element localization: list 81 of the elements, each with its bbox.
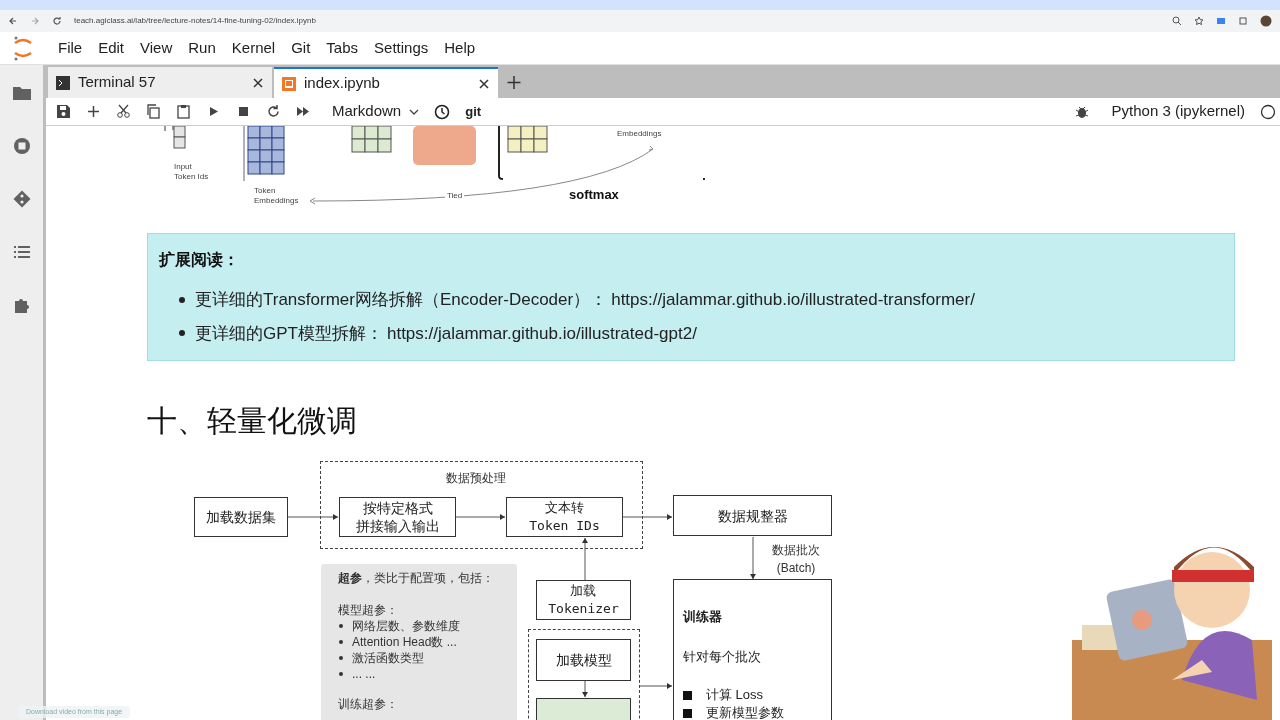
square-bullet-icon <box>683 708 692 718</box>
puzzle-icon[interactable] <box>1238 16 1248 26</box>
trainer-title: 训练器 <box>683 608 723 626</box>
bullet-icon <box>339 640 343 644</box>
paste-icon[interactable] <box>176 104 191 119</box>
restart-icon[interactable] <box>266 104 281 119</box>
cut-icon[interactable] <box>116 104 131 119</box>
figure-label: Input Token Ids <box>174 162 209 182</box>
bug-icon[interactable] <box>1074 104 1089 119</box>
group-title: 训练超参： <box>338 696 399 712</box>
edge-label: 数据批次 (Batch) <box>771 543 821 575</box>
tab[interactable]: Terminal 57 <box>48 67 272 98</box>
flow-node: 文本转 Token IDs <box>506 497 623 537</box>
figure-label: softmax <box>569 186 619 204</box>
menu-item[interactable]: Edit <box>90 36 133 60</box>
bullet-icon <box>179 330 185 337</box>
flow-node: 按特定格式 拼接输入输出 <box>339 497 456 537</box>
figure-label: Embeddings <box>617 128 662 140</box>
section-heading: 十、轻量化微调 <box>147 403 357 439</box>
flow-node: 加载数据集 <box>194 497 288 537</box>
flow-node: 加载模型 <box>536 639 631 681</box>
bullet-icon <box>179 296 185 303</box>
menu-item[interactable]: View <box>132 36 181 60</box>
arrow <box>622 514 673 520</box>
fast-forward-icon[interactable] <box>296 104 311 119</box>
menu-item[interactable]: Settings <box>366 36 437 60</box>
arrow <box>582 680 588 698</box>
jupyter-logo-icon[interactable] <box>12 35 34 61</box>
git-button[interactable]: git <box>465 101 482 122</box>
kernel-status-icon <box>1260 103 1276 120</box>
panel-title: 超参，类比于配置项，包括： <box>338 570 495 586</box>
bullet-icon <box>339 672 343 676</box>
avatar-icon[interactable] <box>1260 15 1272 27</box>
zoom-icon[interactable] <box>1172 16 1182 26</box>
copy-icon[interactable] <box>146 104 161 119</box>
star-icon[interactable] <box>1194 16 1204 26</box>
arrow <box>582 537 588 581</box>
step-item: 更新模型参数 <box>706 704 784 720</box>
flow-node: 数据规整器 <box>673 495 832 536</box>
note-title: 扩展阅读： <box>159 250 240 270</box>
menu-item[interactable]: Tabs <box>318 36 367 60</box>
bullet-icon <box>339 624 343 628</box>
cell-type-dropdown[interactable]: Markdown <box>332 100 420 123</box>
list-item: 网络层数、参数维度 <box>352 618 460 634</box>
menu-item[interactable]: Run <box>180 36 224 60</box>
kernel-name[interactable]: Python 3 (ipykernel) <box>1111 100 1245 123</box>
trainer-subtitle: 针对每个批次 <box>683 647 762 666</box>
arrow <box>287 514 339 520</box>
bullet-icon <box>339 656 343 660</box>
note-text: 更详细的GPT模型拆解： <box>195 322 383 345</box>
close-icon[interactable] <box>478 77 490 90</box>
list-item: Attention Head数 ... <box>352 634 457 650</box>
step-item: 计算 Loss <box>706 686 764 704</box>
flow-node: 加载 Tokenizer <box>536 580 631 620</box>
add-icon[interactable] <box>86 104 101 119</box>
menu-item[interactable]: Git <box>283 36 319 60</box>
tab[interactable]: index.ipynb <box>274 67 498 98</box>
reload-icon[interactable] <box>52 16 62 26</box>
stop-icon[interactable] <box>236 104 251 119</box>
group-label: 数据预处理 <box>446 470 506 487</box>
square-bullet-icon <box>683 690 692 700</box>
clock-icon[interactable] <box>434 103 451 120</box>
note-text: 更详细的Transformer网络拆解（Encoder-Decoder）： <box>195 289 608 311</box>
notebook-icon <box>282 76 296 91</box>
group-title: 模型超参： <box>338 602 399 618</box>
menu-item[interactable]: Help <box>436 36 484 60</box>
save-icon[interactable] <box>56 104 71 119</box>
link[interactable]: https://jalammar.github.io/illustrated-gpt2/ <box>386 320 697 346</box>
list-item: ... ... <box>352 666 376 682</box>
close-icon[interactable] <box>252 76 264 89</box>
stop-circle-icon[interactable] <box>11 136 32 156</box>
menu-item[interactable]: File <box>50 36 91 60</box>
link[interactable]: https://jalammar.github.io/illustrated-transformer/ <box>611 287 975 313</box>
extension-icon[interactable] <box>1216 16 1226 26</box>
menu-item[interactable]: Kernel <box>223 36 284 60</box>
back-icon[interactable] <box>8 16 18 26</box>
list-item: 激活函数类型 <box>352 650 424 666</box>
arrow <box>455 514 506 520</box>
terminal-icon <box>56 75 70 90</box>
caret-icon <box>409 107 420 116</box>
figure-label: Token Embeddings <box>254 186 299 206</box>
